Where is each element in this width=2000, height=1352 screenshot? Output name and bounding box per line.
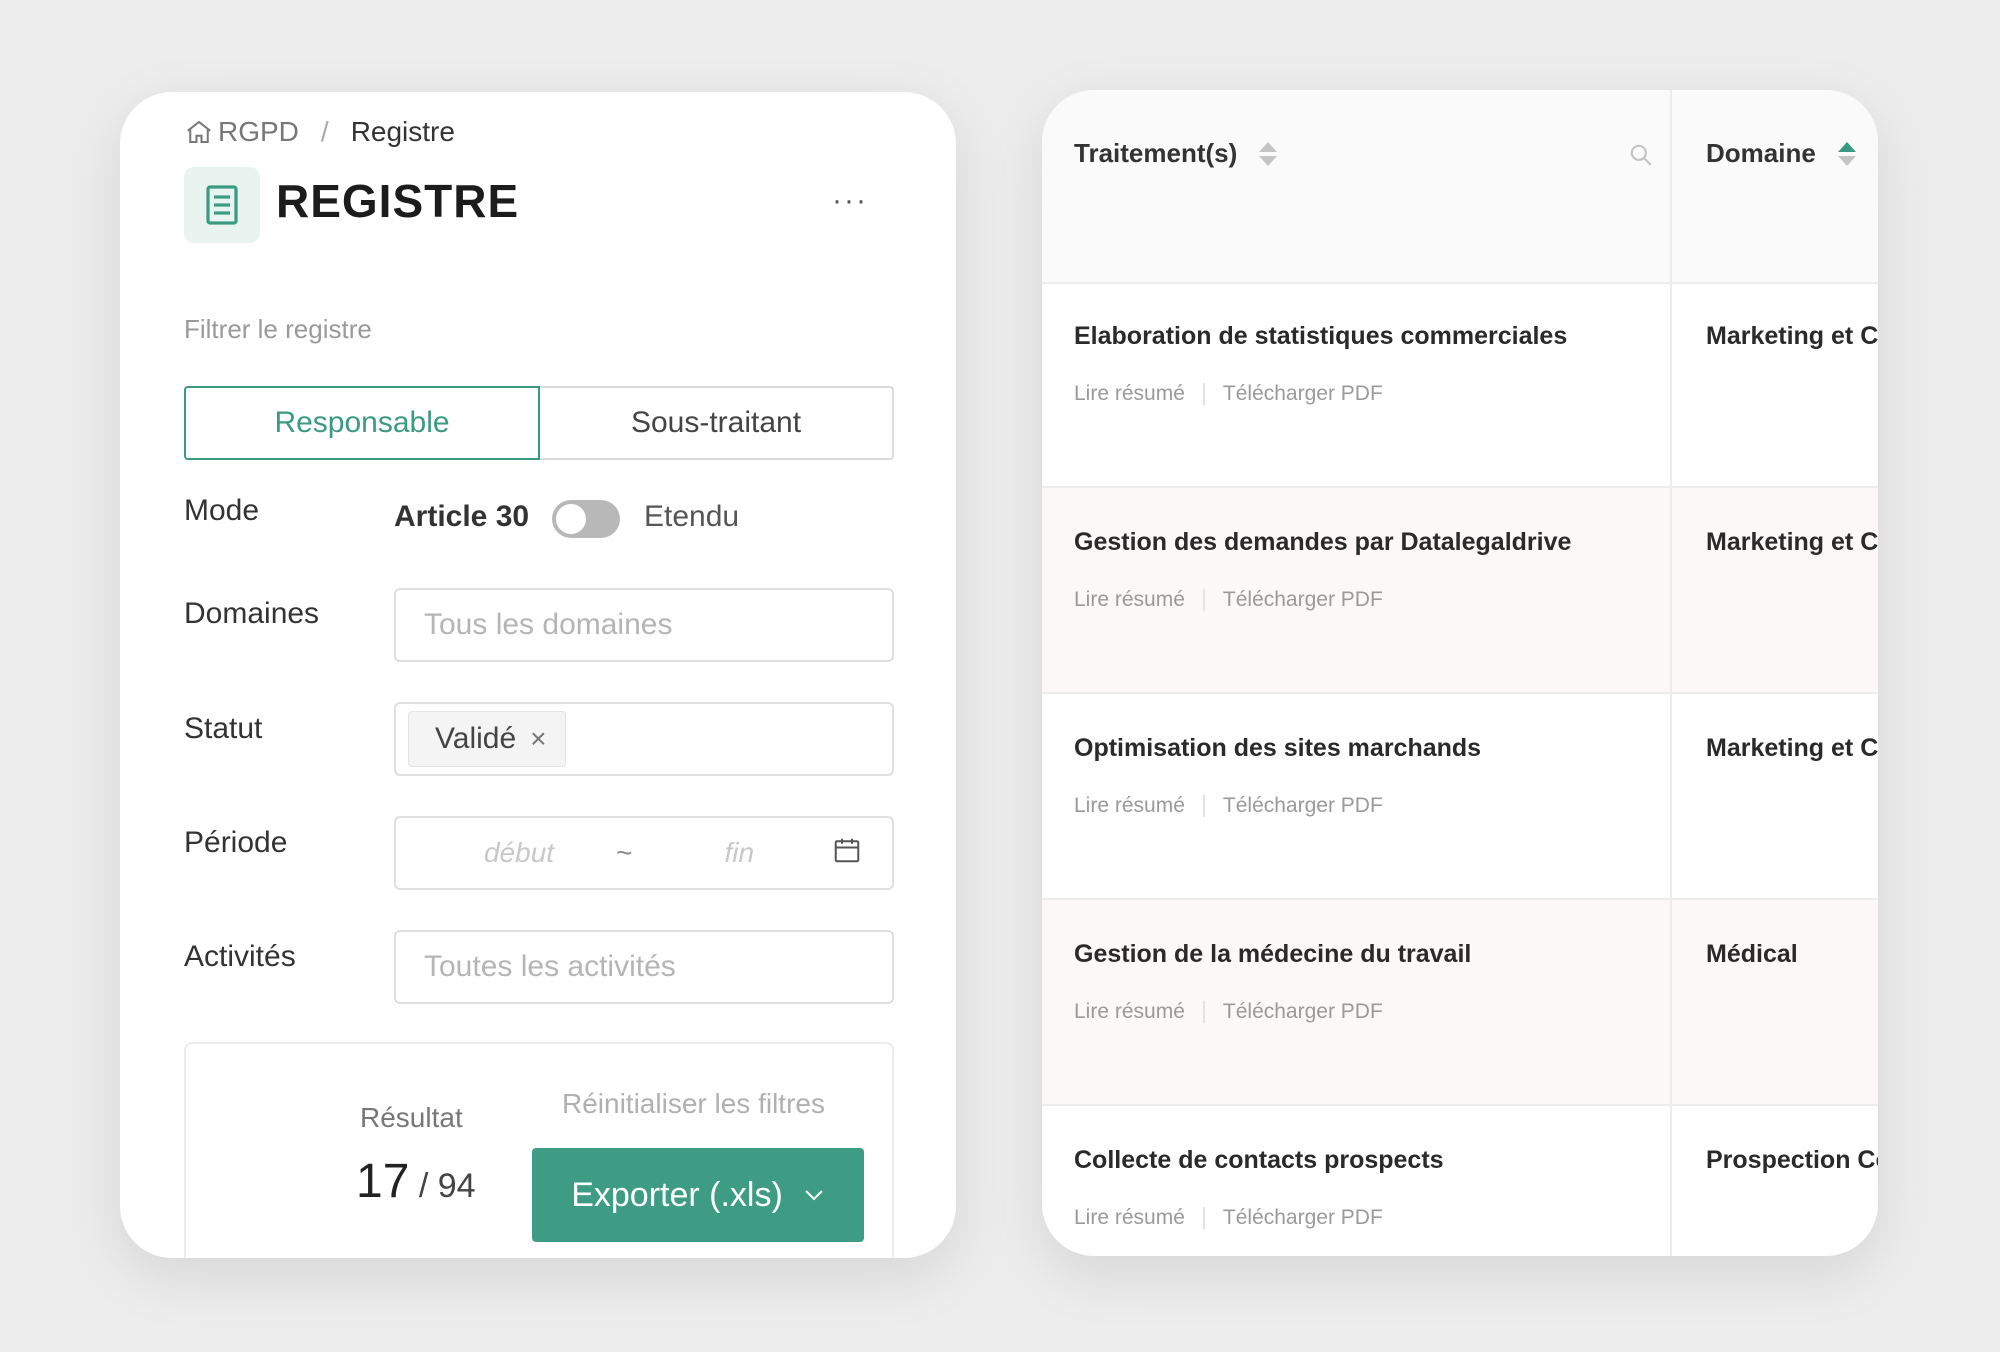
domaines-label: Domaines (184, 597, 320, 630)
row-title[interactable]: Collecte de contacts prospects (1074, 1146, 1444, 1175)
read-summary-link[interactable]: Lire résumé (1074, 794, 1185, 818)
search-icon[interactable] (1628, 142, 1654, 173)
read-summary-link[interactable]: Lire résumé (1074, 1206, 1185, 1230)
row-domain: Marketing et Co (1706, 734, 1878, 762)
chevron-down-icon (803, 1181, 825, 1209)
table-row[interactable]: Collecte de contacts prospects Lire résu… (1042, 1106, 1878, 1256)
page-title: REGISTRE (276, 175, 520, 227)
table-row[interactable]: Optimisation des sites marchands Lire ré… (1042, 694, 1878, 900)
result-count-total: / 94 (409, 1167, 476, 1205)
breadcrumb-separator: / (320, 116, 329, 147)
column-header-traitement[interactable]: Traitement(s) (1074, 138, 1278, 169)
page-icon (184, 167, 260, 243)
table-row[interactable]: Gestion de la médecine du travail Lire r… (1042, 900, 1878, 1106)
table-header: Traitement(s) Domaine (1042, 90, 1878, 284)
periode-label: Période (184, 826, 288, 859)
column-header-traitement-label: Traitement(s) (1074, 138, 1238, 168)
register-table: Traitement(s) Domaine Elaboration de sta… (1042, 90, 1878, 1256)
sort-icon[interactable] (1837, 141, 1856, 166)
more-options-button[interactable]: ··· (832, 184, 868, 218)
read-summary-link[interactable]: Lire résumé (1074, 382, 1185, 406)
download-pdf-link[interactable]: Télécharger PDF (1223, 588, 1383, 612)
row-title[interactable]: Gestion de la médecine du travail (1074, 940, 1471, 969)
row-domain: Médical (1706, 940, 1798, 968)
breadcrumb: RGPD / Registre (184, 110, 455, 154)
close-icon[interactable]: × (530, 723, 546, 755)
export-button-label: Exporter (.xls) (571, 1175, 783, 1214)
domaines-select[interactable]: Tous les domaines (394, 588, 894, 662)
sort-icon[interactable] (1259, 141, 1278, 166)
activites-label: Activités (184, 940, 296, 973)
row-domain: Marketing et Co (1706, 322, 1878, 350)
column-header-domaine[interactable]: Domaine (1706, 138, 1856, 169)
column-divider (1670, 90, 1672, 1256)
activites-placeholder: Toutes les activités (424, 950, 676, 983)
filter-section-label: Filtrer le registre (184, 314, 372, 344)
export-button[interactable]: Exporter (.xls) (532, 1148, 864, 1242)
read-summary-link[interactable]: Lire résumé (1074, 1000, 1185, 1024)
result-count-value: 17 (356, 1155, 410, 1208)
date-range-separator: ~ (616, 837, 633, 868)
date-end-placeholder: fin (724, 837, 755, 868)
mode-article30-label: Article 30 (394, 500, 530, 533)
statut-select[interactable]: Validé × (394, 702, 894, 776)
column-header-domaine-label: Domaine (1706, 138, 1816, 168)
row-title[interactable]: Optimisation des sites marchands (1074, 734, 1481, 763)
row-domain: Prospection Co (1706, 1146, 1878, 1174)
mode-label: Mode (184, 494, 260, 527)
table-row[interactable]: Elaboration de statistiques commerciales… (1042, 282, 1878, 488)
document-icon (206, 185, 238, 225)
breadcrumb-root-label: RGPD (218, 116, 299, 147)
domaines-placeholder: Tous les domaines (424, 608, 673, 641)
toggle-knob (556, 504, 586, 534)
breadcrumb-current: Registre (350, 116, 455, 147)
statut-label: Statut (184, 712, 263, 745)
download-pdf-link[interactable]: Télécharger PDF (1223, 382, 1383, 406)
row-title[interactable]: Gestion des demandes par Datalegaldrive (1074, 528, 1571, 557)
home-icon (187, 120, 211, 143)
calendar-icon[interactable] (832, 835, 862, 872)
status-tag: Validé × (408, 711, 566, 767)
activites-select[interactable]: Toutes les activités (394, 930, 894, 1004)
row-domain: Marketing et Co (1706, 528, 1878, 556)
mode-etendu-label: Etendu (644, 500, 740, 533)
result-label: Résultat (360, 1102, 463, 1133)
mode-toggle[interactable] (552, 500, 620, 538)
date-start-placeholder: début (484, 837, 555, 868)
segment-responsable[interactable]: Responsable (184, 386, 540, 460)
read-summary-link[interactable]: Lire résumé (1074, 588, 1185, 612)
table-row[interactable]: Gestion des demandes par Datalegaldrive … (1042, 488, 1878, 694)
row-title[interactable]: Elaboration de statistiques commerciales (1074, 322, 1567, 351)
date-range-picker[interactable]: début ~ fin (394, 816, 894, 890)
download-pdf-link[interactable]: Télécharger PDF (1223, 1000, 1383, 1024)
filter-panel: RGPD / Registre REGISTRE ··· Filtrer le … (120, 92, 956, 1258)
role-segmented-control: Responsable Sous-traitant (184, 386, 894, 460)
download-pdf-link[interactable]: Télécharger PDF (1223, 794, 1383, 818)
download-pdf-link[interactable]: Télécharger PDF (1223, 1206, 1383, 1230)
result-count: 17 / 94 (356, 1154, 476, 1209)
reset-filters-link[interactable]: Réinitialiser les filtres (562, 1088, 825, 1120)
status-tag-label: Validé (435, 722, 517, 755)
segment-sous-traitant[interactable]: Sous-traitant (540, 386, 894, 460)
breadcrumb-root[interactable]: RGPD (184, 116, 299, 148)
